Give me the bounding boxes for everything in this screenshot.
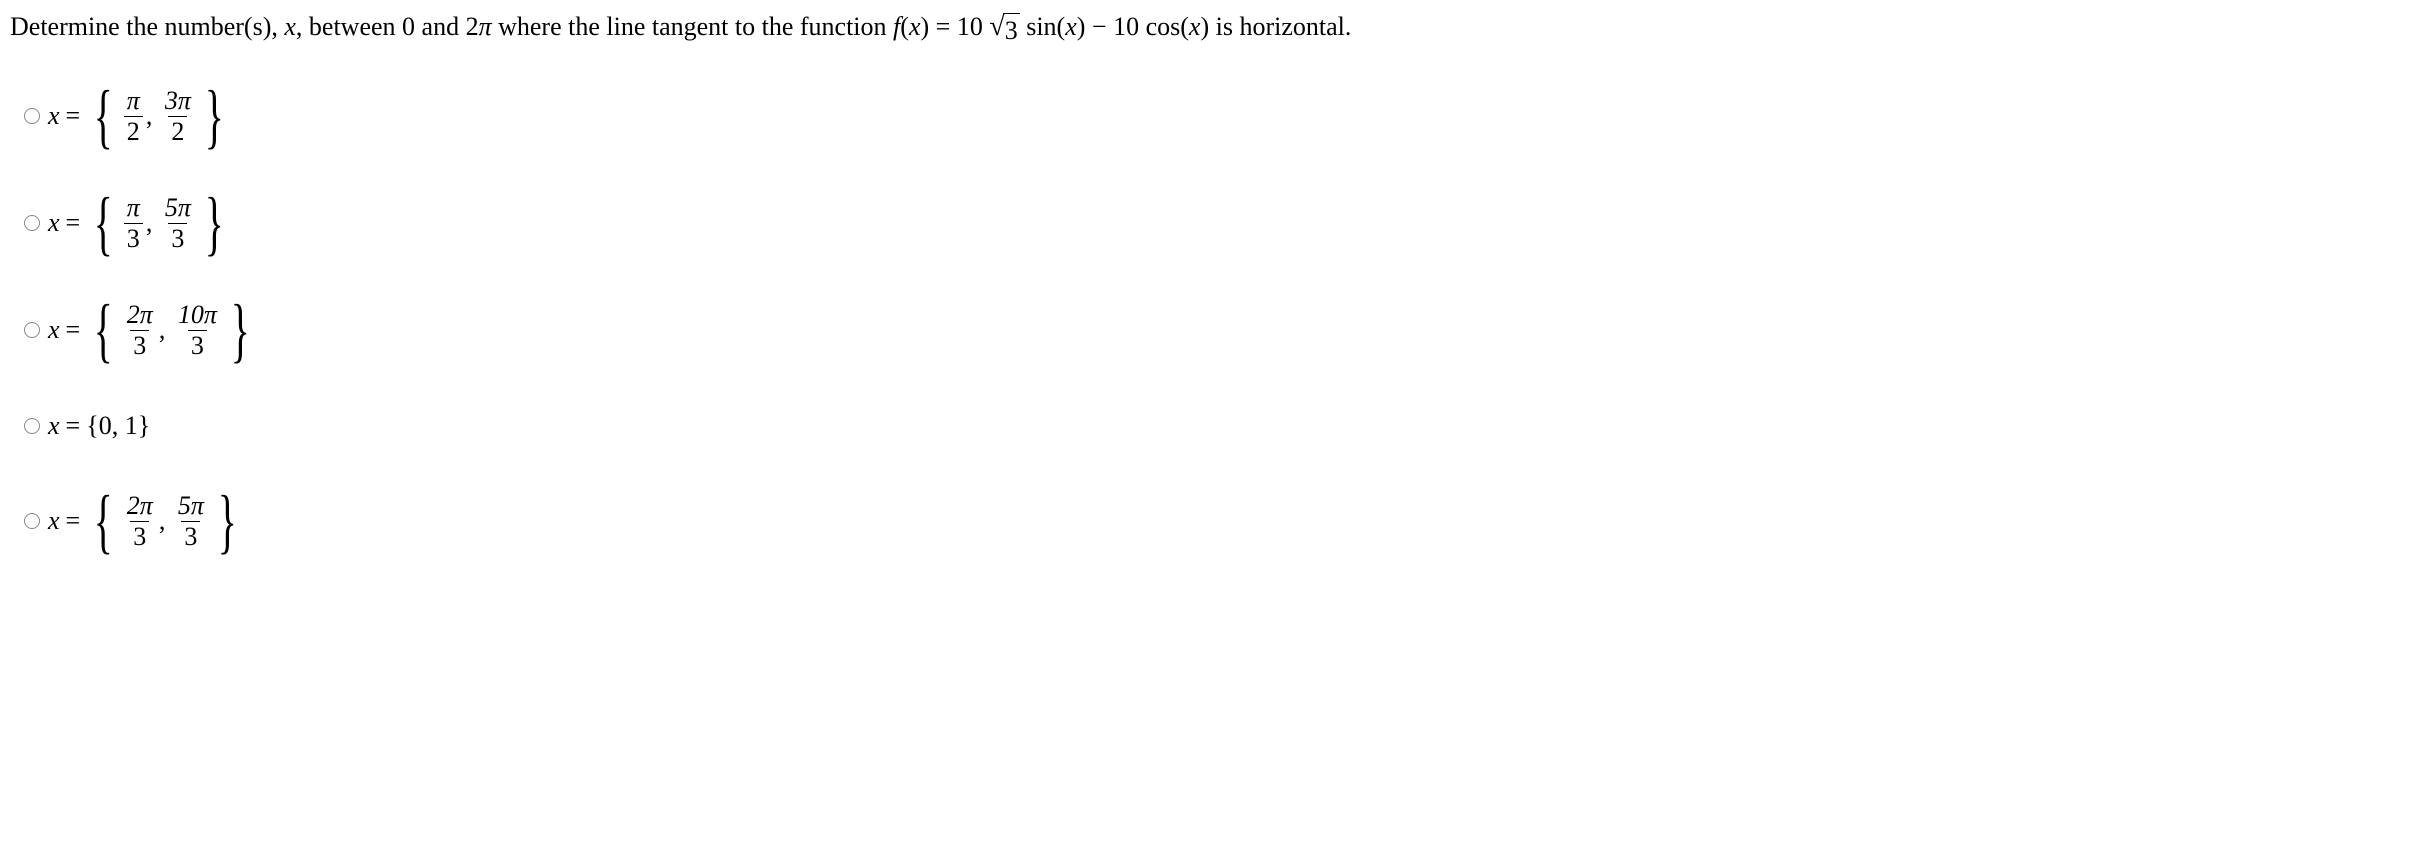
comma: , [159, 313, 172, 347]
comma: , [159, 504, 172, 538]
q-var-x: x [284, 12, 296, 41]
radio-icon[interactable] [24, 108, 40, 124]
frac-num: 3π [162, 88, 194, 116]
x-label: x [48, 313, 60, 347]
x-label: x [48, 99, 60, 133]
equals-label: = [66, 409, 81, 443]
fraction: π 3 [124, 195, 143, 252]
q-sqrt-arg: 3 [1003, 13, 1020, 48]
q-x2: x [1065, 12, 1077, 41]
options-list: x = { π 2 , 3π 2 } x = { π 3 , [10, 88, 2402, 550]
frac-den: 3 [130, 521, 149, 550]
q-eq: = [929, 12, 957, 41]
option-4[interactable]: x = {0, 1} [24, 409, 2402, 443]
q-sin: sin( [1020, 12, 1066, 41]
frac-den: 3 [130, 330, 149, 359]
q-pi1: π [479, 12, 492, 41]
q-prefix: Determine the number(s), [10, 12, 284, 41]
question-text: Determine the number(s), x, between 0 an… [10, 10, 2402, 48]
q-close2: ) is horizontal. [1200, 12, 1351, 41]
fraction: 5π 3 [175, 493, 207, 550]
fraction: 2π 3 [124, 493, 156, 550]
x-label: x [48, 409, 60, 443]
frac-den: 2 [124, 116, 143, 145]
comma: , [146, 99, 159, 133]
comma: , [146, 206, 159, 240]
frac-num: 2π [124, 493, 156, 521]
option-1[interactable]: x = { π 2 , 3π 2 } [24, 88, 2402, 145]
fraction: 5π 3 [162, 195, 194, 252]
equals-label: = [66, 504, 81, 538]
radio-icon[interactable] [24, 322, 40, 338]
option-4-set: {0, 1} [86, 409, 150, 443]
frac-den: 2 [168, 116, 187, 145]
q-close1: ) − 10 cos( [1077, 12, 1189, 41]
frac-num: 2π [124, 302, 156, 330]
option-1-math: x = { π 2 , 3π 2 } [48, 88, 231, 145]
equals-label: = [66, 206, 81, 240]
q-paren-open: ( [900, 12, 909, 41]
fraction: 3π 2 [162, 88, 194, 145]
x-label: x [48, 504, 60, 538]
fraction: π 2 [124, 88, 143, 145]
frac-den: 3 [124, 223, 143, 252]
radio-icon[interactable] [24, 513, 40, 529]
frac-den: 3 [168, 223, 187, 252]
option-4-math: x = {0, 1} [48, 409, 150, 443]
q-mid1: , between 0 and 2 [296, 12, 479, 41]
frac-num: 10π [175, 302, 220, 330]
radio-icon[interactable] [24, 215, 40, 231]
q-mid2: where the line tangent to the function [492, 12, 893, 41]
radio-icon[interactable] [24, 418, 40, 434]
q-x3: x [1189, 12, 1201, 41]
q-xarg: x [909, 12, 921, 41]
fraction: 2π 3 [124, 302, 156, 359]
equals-label: = [66, 99, 81, 133]
option-2-math: x = { π 3 , 5π 3 } [48, 195, 231, 252]
option-3[interactable]: x = { 2π 3 , 10π 3 } [24, 302, 2402, 359]
sqrt-icon: √3 [989, 13, 1019, 48]
equals-label: = [66, 313, 81, 347]
x-label: x [48, 206, 60, 240]
q-coef1: 10 [957, 12, 990, 41]
option-3-math: x = { 2π 3 , 10π 3 } [48, 302, 257, 359]
option-2[interactable]: x = { π 3 , 5π 3 } [24, 195, 2402, 252]
frac-num: π [124, 195, 143, 223]
option-5-math: x = { 2π 3 , 5π 3 } [48, 493, 244, 550]
frac-den: 3 [188, 330, 207, 359]
frac-num: π [124, 88, 143, 116]
q-paren-close: ) [921, 12, 930, 41]
fraction: 10π 3 [175, 302, 220, 359]
frac-num: 5π [162, 195, 194, 223]
frac-den: 3 [181, 521, 200, 550]
frac-num: 5π [175, 493, 207, 521]
option-5[interactable]: x = { 2π 3 , 5π 3 } [24, 493, 2402, 550]
